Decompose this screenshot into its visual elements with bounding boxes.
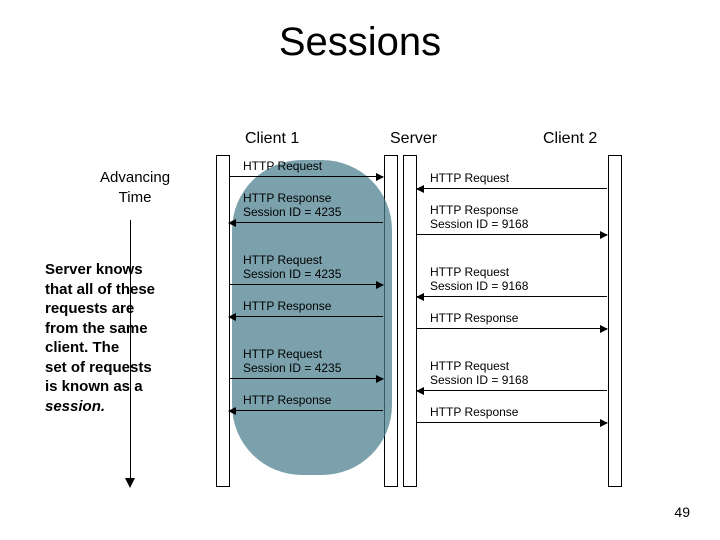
arrow-left-3 xyxy=(229,284,383,285)
arrow-left-6 xyxy=(229,410,383,411)
arrow-right-3 xyxy=(417,296,607,297)
msg-right-3a: HTTP Request xyxy=(430,266,509,280)
caption-line3: requests are xyxy=(45,300,134,317)
lifeline-label-client2: Client 2 xyxy=(543,130,597,148)
caption-line7: is known as a xyxy=(45,378,143,395)
msg-right-2a: HTTP Response xyxy=(430,204,518,218)
msg-left-3b: Session ID = 4235 xyxy=(243,268,341,282)
caption-text: Server knows that all of these requests … xyxy=(45,260,205,416)
msg-right-4: HTTP Response xyxy=(430,312,518,326)
msg-left-6: HTTP Response xyxy=(243,394,331,408)
page-number: 49 xyxy=(674,504,690,520)
msg-right-5b: Session ID = 9168 xyxy=(430,374,528,388)
arrow-left-1 xyxy=(229,176,383,177)
msg-right-3b: Session ID = 9168 xyxy=(430,280,528,294)
caption-line4: from the same xyxy=(45,320,148,337)
msg-right-5a: HTTP Request xyxy=(430,360,509,374)
msg-left-3a: HTTP Request xyxy=(243,254,322,268)
msg-left-4: HTTP Response xyxy=(243,300,331,314)
arrow-right-4 xyxy=(417,328,607,329)
advancing-time-line2: Time xyxy=(119,189,152,206)
arrow-right-1 xyxy=(417,188,607,189)
msg-right-6: HTTP Response xyxy=(430,406,518,420)
lifeline-client2 xyxy=(608,155,622,487)
msg-left-1: HTTP Request xyxy=(243,160,322,174)
msg-right-1: HTTP Request xyxy=(430,172,509,186)
caption-line5: client. The xyxy=(45,339,119,356)
arrow-left-5 xyxy=(229,378,383,379)
msg-left-5a: HTTP Request xyxy=(243,348,322,362)
time-arrow-head-icon xyxy=(125,478,135,488)
arrow-right-2 xyxy=(417,234,607,235)
msg-left-5b: Session ID = 4235 xyxy=(243,362,341,376)
caption-line1: Server knows xyxy=(45,261,143,278)
lifeline-label-client1: Client 1 xyxy=(245,130,299,148)
msg-right-2b: Session ID = 9168 xyxy=(430,218,528,232)
slide-title: Sessions xyxy=(0,20,720,65)
lifeline-client1 xyxy=(216,155,230,487)
arrow-left-2 xyxy=(229,222,383,223)
caption-line2: that all of these xyxy=(45,281,155,298)
arrow-left-4 xyxy=(229,316,383,317)
advancing-time-line1: Advancing xyxy=(100,169,170,186)
caption-line6: set of requests xyxy=(45,359,152,376)
advancing-time-label: Advancing Time xyxy=(100,168,170,207)
lifeline-label-server: Server xyxy=(390,130,437,148)
caption-line8: session. xyxy=(45,398,105,415)
msg-left-2b: Session ID = 4235 xyxy=(243,206,341,220)
arrow-right-6 xyxy=(417,422,607,423)
arrow-right-5 xyxy=(417,390,607,391)
msg-left-2a: HTTP Response xyxy=(243,192,331,206)
lifeline-server-right xyxy=(403,155,417,487)
slide: Sessions Client 1 Server Client 2 Advanc… xyxy=(0,0,720,540)
